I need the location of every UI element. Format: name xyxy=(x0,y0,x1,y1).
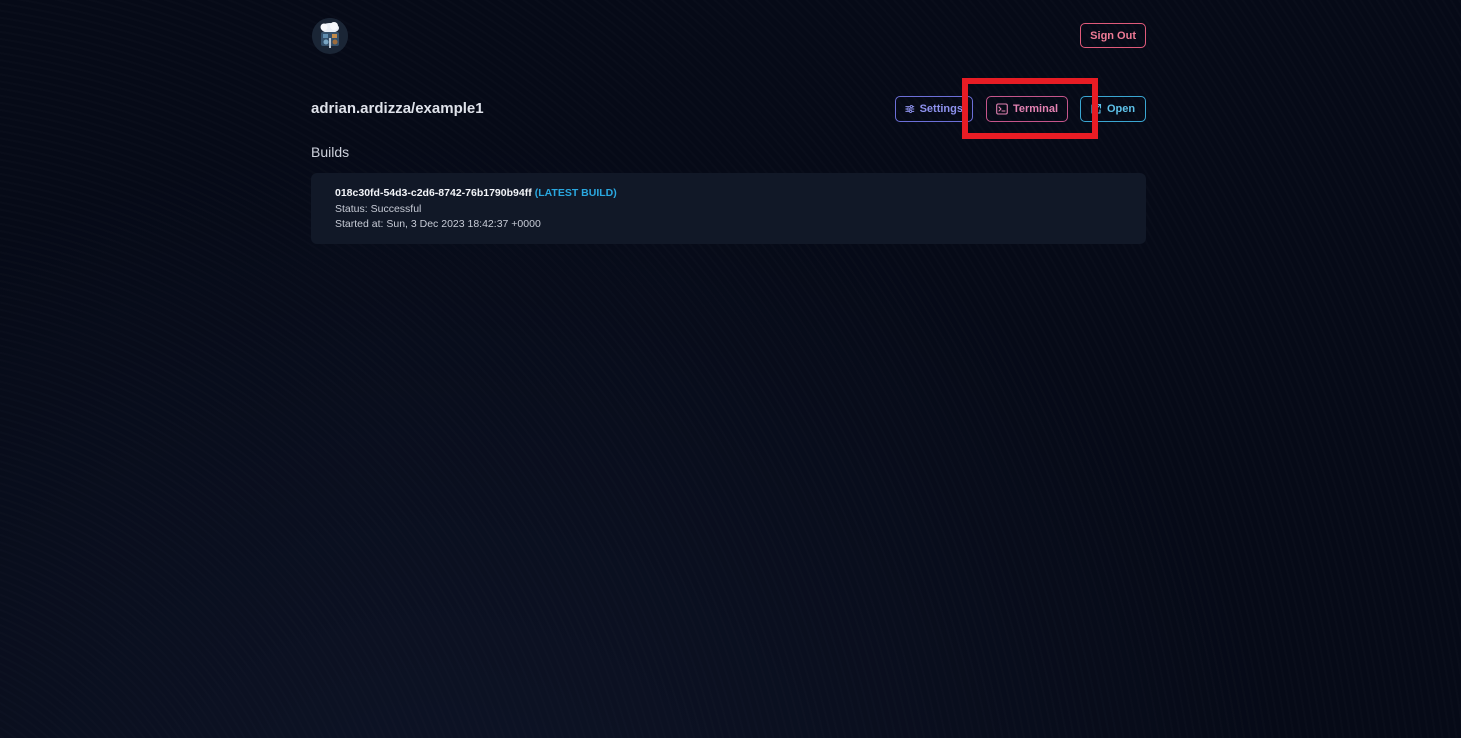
build-started-at: Started at: Sun, 3 Dec 2023 18:42:37 +00… xyxy=(335,218,541,230)
sliders-icon xyxy=(905,105,915,113)
terminal-button[interactable]: Terminal xyxy=(986,96,1068,122)
settings-button-label: Settings xyxy=(919,103,963,115)
build-id: 018c30fd-54d3-c2d6-8742-76b1790b94ff xyxy=(335,187,532,199)
terminal-icon xyxy=(996,103,1008,115)
settings-button[interactable]: Settings xyxy=(895,96,973,122)
page-container: Sign Out adrian.ardizza/example1 Setting… xyxy=(311,0,1146,738)
repo-header: adrian.ardizza/example1 Settings Termina… xyxy=(311,96,1146,123)
build-card[interactable]: 018c30fd-54d3-c2d6-8742-76b1790b94ff (LAT… xyxy=(311,173,1146,244)
top-bar: Sign Out xyxy=(311,18,1146,54)
page-title: adrian.ardizza/example1 xyxy=(311,100,484,117)
open-button-label: Open xyxy=(1107,103,1136,115)
latest-build-badge: (LATEST BUILD) xyxy=(534,187,617,199)
logo-avatar[interactable] xyxy=(312,18,348,54)
terminal-button-label: Terminal xyxy=(1012,103,1058,115)
open-button[interactable]: Open xyxy=(1080,96,1146,122)
build-status: Status: Successful xyxy=(335,203,422,215)
builds-section-title: Builds xyxy=(311,144,350,160)
sign-out-button[interactable]: Sign Out xyxy=(1080,23,1146,48)
build-id-line: 018c30fd-54d3-c2d6-8742-76b1790b94ff (LAT… xyxy=(335,187,617,199)
logo-icon xyxy=(312,18,348,54)
external-link-icon xyxy=(1091,103,1102,114)
